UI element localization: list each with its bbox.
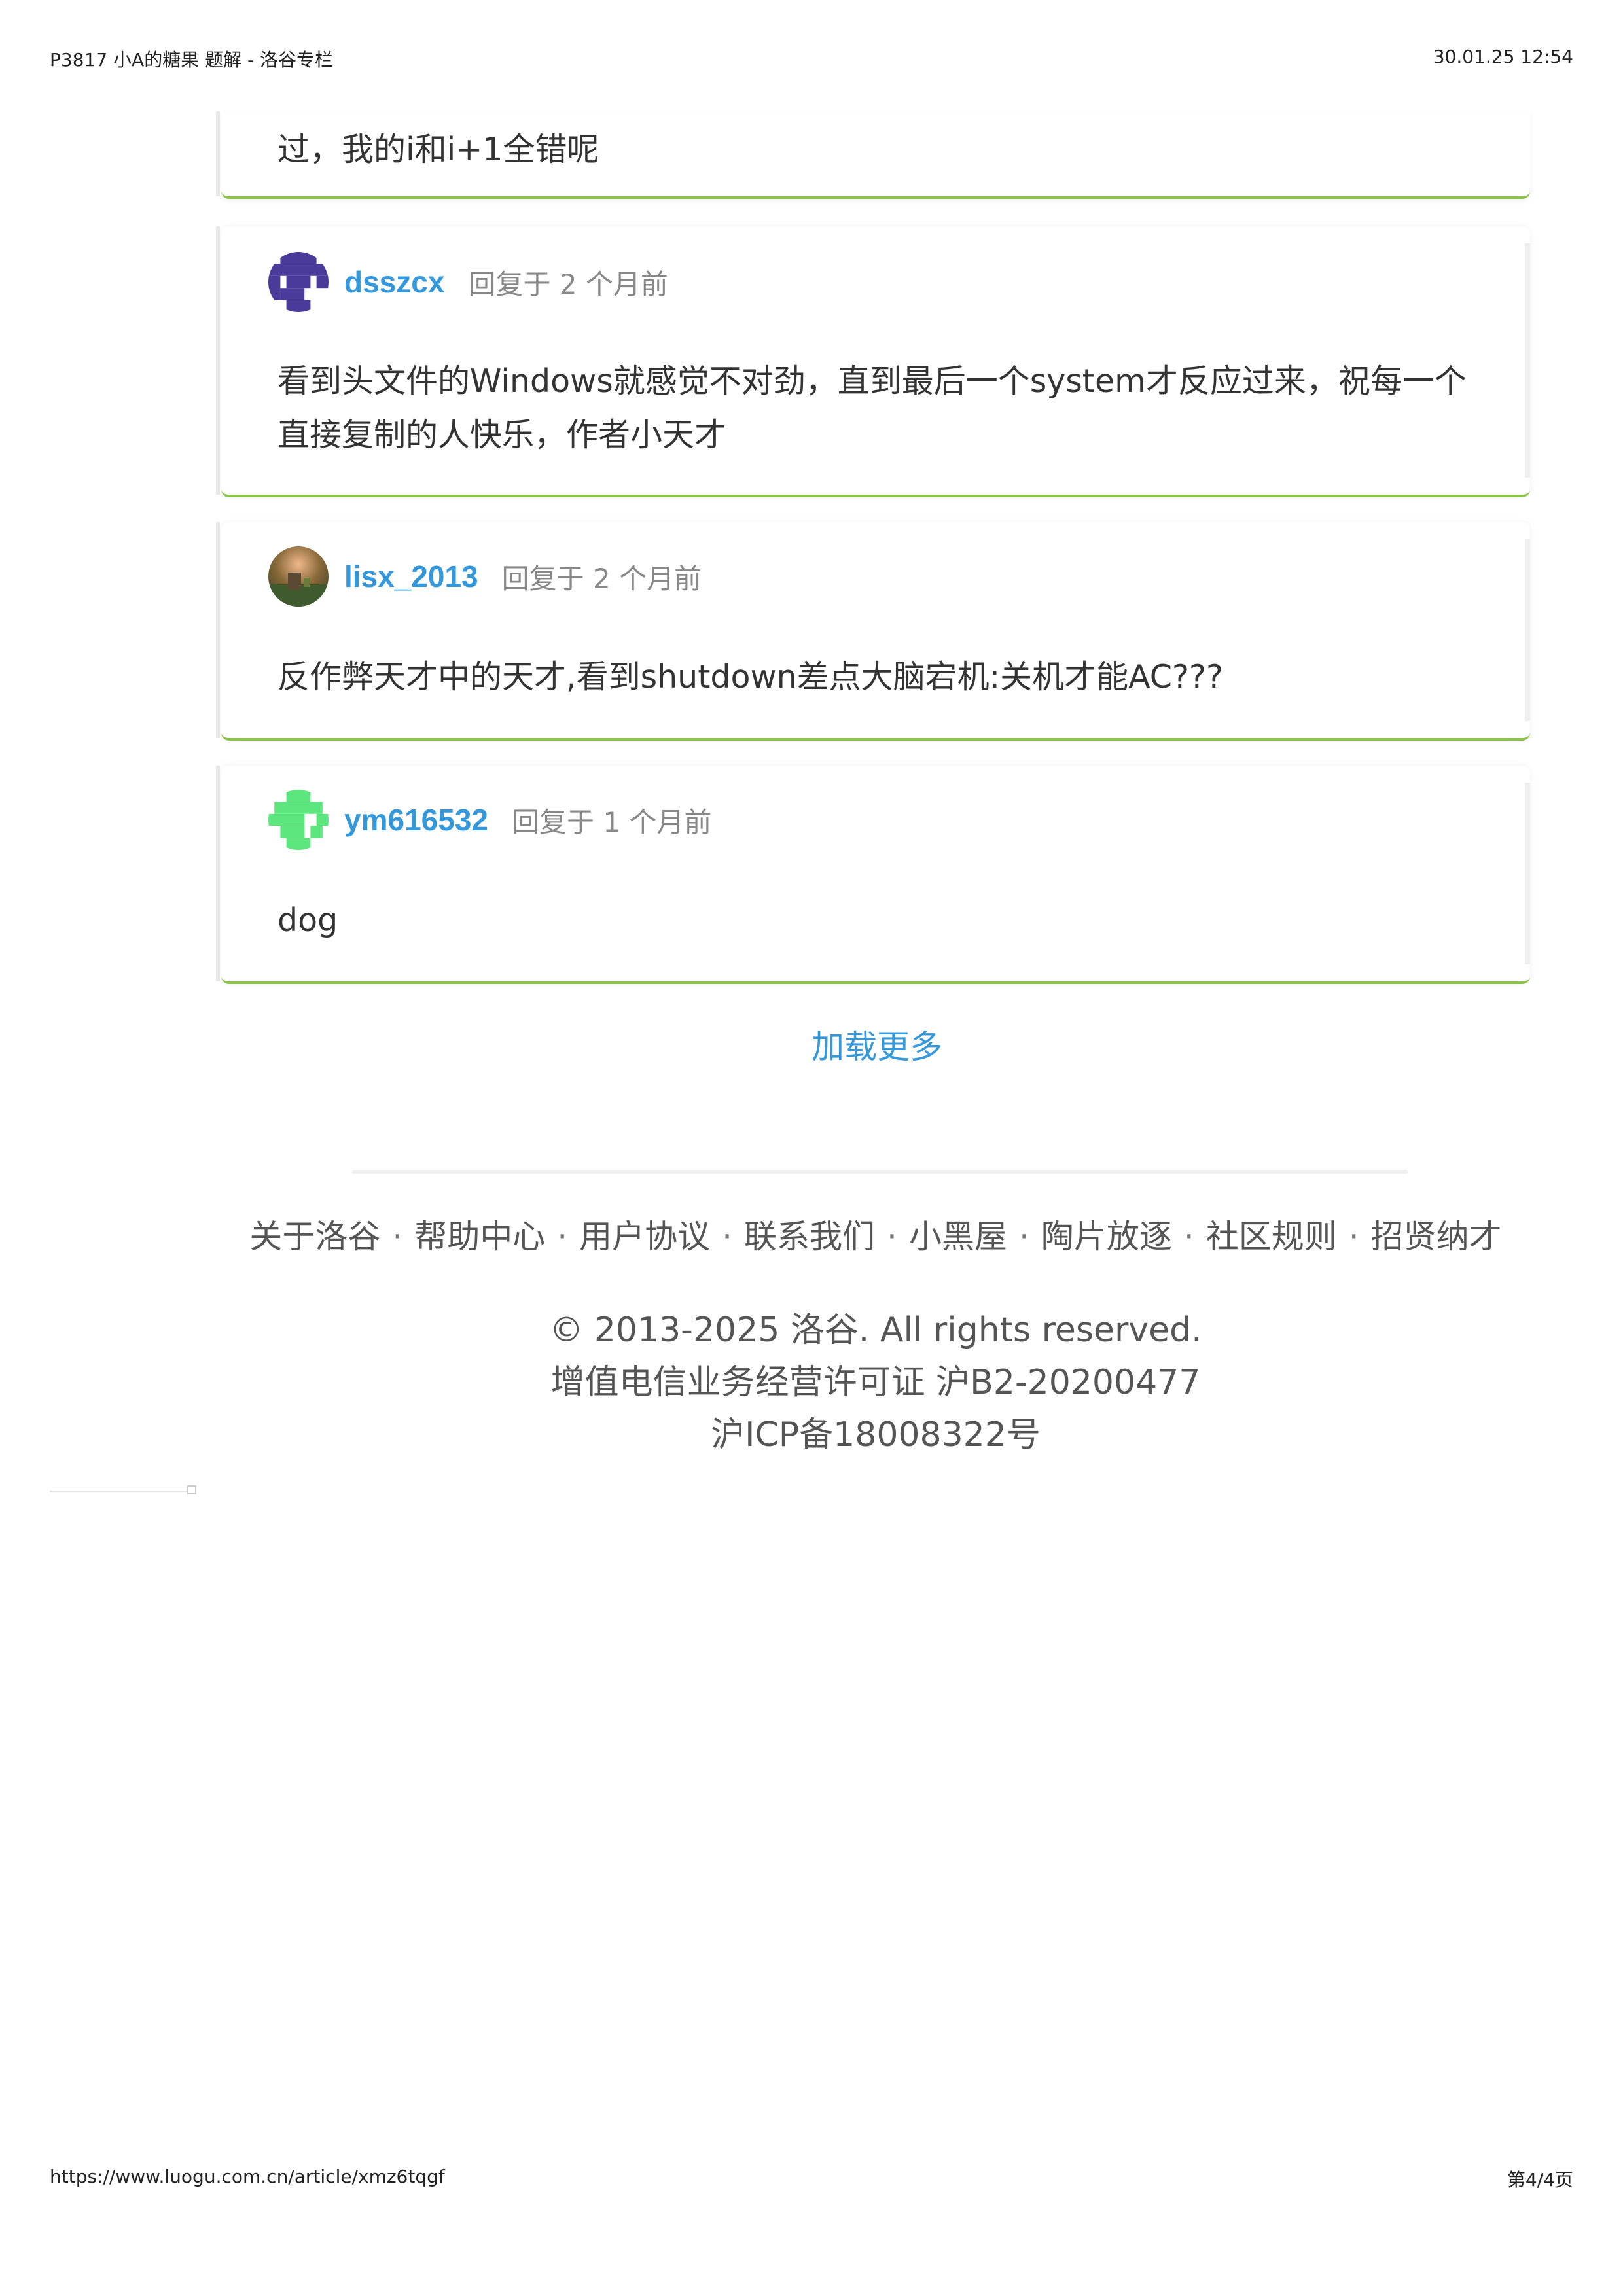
print-footer-url: https://www.luogu.com.cn/article/xmz6tqg… xyxy=(50,2166,445,2187)
decorative-box xyxy=(187,1485,196,1494)
comment-text: dog xyxy=(277,902,338,939)
comment-card: dsszcx 回复于 2 个月前 看到头文件的Windows就感觉不对劲，直到最… xyxy=(216,226,1530,497)
decorative-line xyxy=(50,1491,195,1492)
comment-card: ym616532 回复于 1 个月前 dog xyxy=(216,766,1530,984)
comment-header: ym616532 回复于 1 个月前 xyxy=(268,790,712,850)
footer-link-help[interactable]: 帮助中心 xyxy=(414,1218,545,1256)
license-line[interactable]: 增值电信业务经营许可证 沪B2-20200477 xyxy=(221,1354,1530,1404)
footer-link-contact[interactable]: 联系我们 xyxy=(744,1218,875,1256)
print-footer-page: 第4/4页 xyxy=(1507,2169,1573,2191)
footer-link-terms[interactable]: 用户协议 xyxy=(579,1218,710,1256)
footer-link-jobs[interactable]: 招贤纳才 xyxy=(1371,1218,1502,1256)
username-link[interactable]: ym616532 xyxy=(344,802,488,838)
footer-links: 关于洛谷 · 帮助中心 · 用户协议 · 联系我们 · 小黑屋 · 陶片放逐 · 社区规则 · 招贤纳才 xyxy=(249,1218,1502,1256)
reply-time: 回复于 2 个月前 xyxy=(501,562,702,595)
footer-divider xyxy=(352,1170,1408,1174)
scroll-rail xyxy=(1525,539,1530,721)
avatar[interactable] xyxy=(268,546,329,607)
comment-card: lisx_2013 回复于 2 个月前 反作弊天才中的天才,看到shutdown… xyxy=(216,522,1530,741)
scroll-rail xyxy=(1525,783,1530,964)
footer-link-about[interactable]: 关于洛谷 xyxy=(249,1218,380,1256)
footer-link-ostracism[interactable]: 陶片放逐 xyxy=(1041,1218,1172,1256)
reply-time: 回复于 2 个月前 xyxy=(468,268,668,300)
scroll-rail xyxy=(1525,243,1530,478)
print-header-title: P3817 小A的糖果 题解 - 洛谷专栏 xyxy=(50,49,334,71)
comment-header: lisx_2013 回复于 2 个月前 xyxy=(268,546,702,607)
copyright-line: © 2013-2025 洛谷. All rights reserved. xyxy=(549,1311,1202,1350)
comment-card: 过，我的i和i+1全错呢 xyxy=(216,111,1530,199)
avatar[interactable] xyxy=(268,790,329,850)
reply-time: 回复于 1 个月前 xyxy=(511,805,712,838)
load-more-button[interactable]: 加载更多 xyxy=(0,1021,1623,1068)
avatar[interactable] xyxy=(268,252,329,312)
footer-link-rules[interactable]: 社区规则 xyxy=(1206,1218,1337,1256)
icp-line[interactable]: 沪ICP备18008322号 xyxy=(221,1407,1530,1456)
username-link[interactable]: lisx_2013 xyxy=(344,559,478,594)
comment-header: dsszcx 回复于 2 个月前 xyxy=(268,252,668,312)
comment-text: 看到头文件的Windows就感觉不对劲，直到最后一个system才反应过来，祝每… xyxy=(277,362,1467,453)
print-header-datetime: 30.01.25 12:54 xyxy=(1433,46,1573,67)
comment-text: 反作弊天才中的天才,看到shutdown差点大脑宕机:关机才能AC??? xyxy=(277,658,1224,696)
footer-link-blackroom[interactable]: 小黑屋 xyxy=(909,1218,1007,1256)
comment-text: 过，我的i和i+1全错呢 xyxy=(277,131,599,168)
username-link[interactable]: dsszcx xyxy=(344,264,444,300)
